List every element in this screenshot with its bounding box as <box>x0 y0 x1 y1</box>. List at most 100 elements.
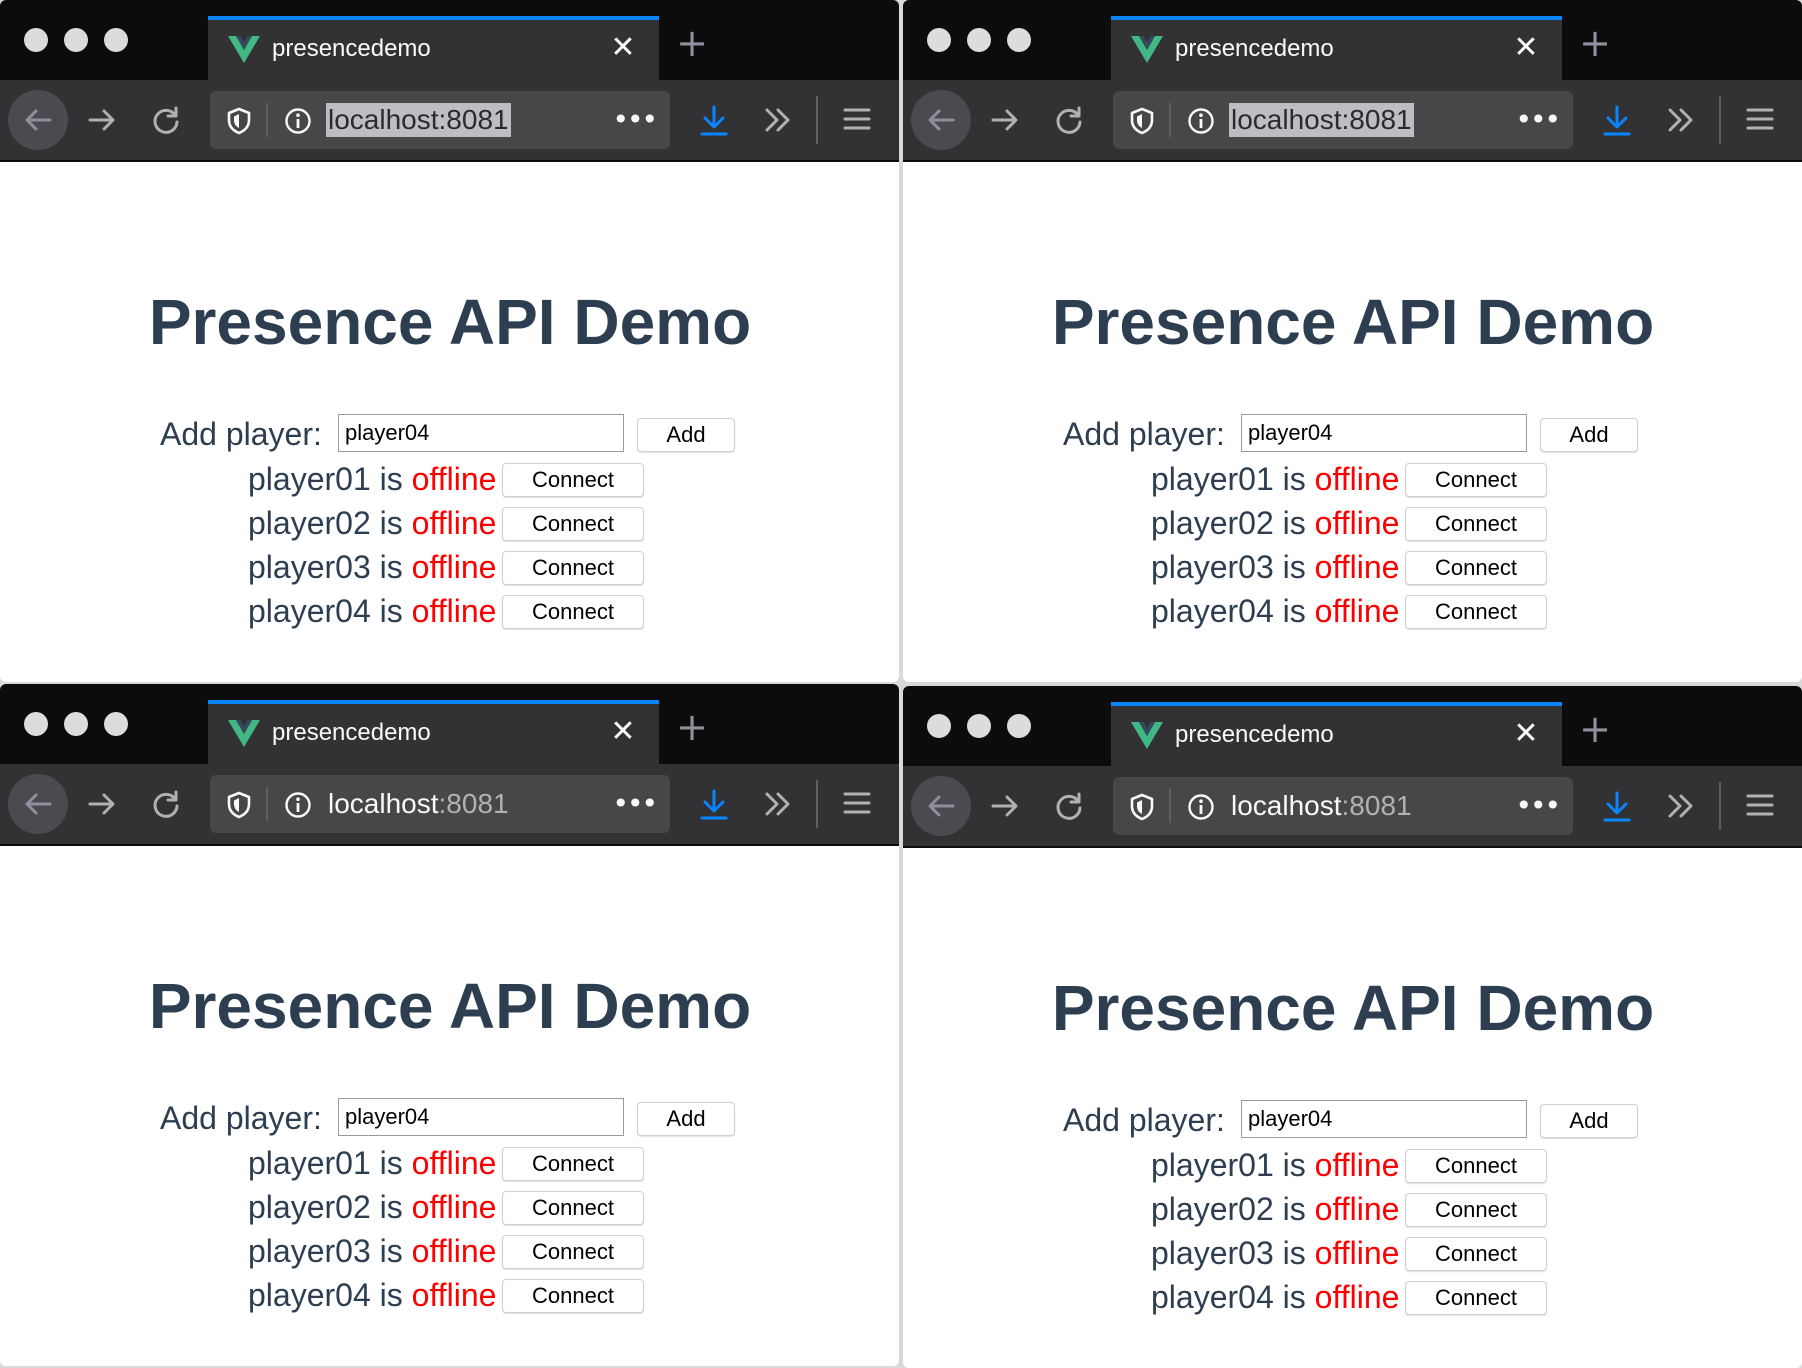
close-icon[interactable]: ✕ <box>1510 718 1542 750</box>
download-icon[interactable] <box>698 104 730 138</box>
url-text[interactable]: localhost:8081 <box>1229 103 1414 137</box>
reload-button[interactable] <box>136 774 196 834</box>
page-content: Presence API Demo Add player: Add player… <box>903 162 1802 682</box>
vue-logo-icon <box>228 720 260 747</box>
hamburger-menu-icon[interactable] <box>1745 790 1775 820</box>
url-bar[interactable]: localhost:8081 ••• <box>1113 91 1573 149</box>
minimize-window-button[interactable] <box>64 712 88 736</box>
url-bar[interactable]: localhost:8081 ••• <box>210 775 670 833</box>
url-text[interactable]: localhost:8081 <box>326 103 511 137</box>
navigation-toolbar: localhost:8081 ••• <box>0 764 899 846</box>
tab-strip: presencedemo ✕ + <box>903 0 1802 80</box>
close-window-button[interactable] <box>24 28 48 52</box>
plus-icon[interactable]: + <box>1579 710 1611 748</box>
active-tab-indicator <box>1111 702 1562 706</box>
url-text[interactable]: localhost:8081 <box>328 787 509 821</box>
url-bar[interactable]: localhost:8081 ••• <box>1113 777 1573 835</box>
close-window-button[interactable] <box>927 714 951 738</box>
hamburger-menu-icon[interactable] <box>1745 104 1775 134</box>
minimize-window-button[interactable] <box>967 714 991 738</box>
connect-button[interactable]: Connect <box>502 507 644 541</box>
minimize-window-button[interactable] <box>64 28 88 52</box>
chevron-double-right-icon[interactable] <box>1665 104 1697 136</box>
connect-button[interactable]: Connect <box>1405 507 1547 541</box>
close-icon[interactable]: ✕ <box>607 32 639 64</box>
connect-button[interactable]: Connect <box>1405 551 1547 585</box>
download-icon[interactable] <box>698 788 730 822</box>
player-name-input[interactable] <box>338 414 624 452</box>
download-icon[interactable] <box>1601 790 1633 824</box>
back-button[interactable] <box>8 774 68 834</box>
add-button[interactable]: Add <box>1540 1104 1638 1138</box>
connect-button[interactable]: Connect <box>502 595 644 629</box>
close-icon[interactable]: ✕ <box>1510 32 1542 64</box>
connect-button[interactable]: Connect <box>1405 1149 1547 1183</box>
add-button[interactable]: Add <box>1540 418 1638 452</box>
connect-button[interactable]: Connect <box>1405 463 1547 497</box>
close-icon[interactable]: ✕ <box>607 716 639 748</box>
tab-presencedemo[interactable]: presencedemo ✕ <box>1111 16 1562 80</box>
connect-button[interactable]: Connect <box>1405 1281 1547 1315</box>
reload-button[interactable] <box>1039 776 1099 836</box>
info-icon[interactable] <box>284 107 312 135</box>
player-name-input[interactable] <box>338 1098 624 1136</box>
info-icon[interactable] <box>284 791 312 819</box>
connect-button[interactable]: Connect <box>1405 595 1547 629</box>
player-name: player03 <box>248 549 371 585</box>
connect-button[interactable]: Connect <box>502 551 644 585</box>
more-icon[interactable]: ••• <box>1515 103 1561 137</box>
maximize-window-button[interactable] <box>1007 28 1031 52</box>
tab-presencedemo[interactable]: presencedemo ✕ <box>208 700 659 764</box>
maximize-window-button[interactable] <box>1007 714 1031 738</box>
info-icon[interactable] <box>1187 107 1215 135</box>
connect-button[interactable]: Connect <box>502 1235 644 1269</box>
back-button[interactable] <box>8 90 68 150</box>
forward-button[interactable] <box>72 90 132 150</box>
close-window-button[interactable] <box>24 712 48 736</box>
shield-icon[interactable] <box>1129 793 1155 821</box>
tab-presencedemo[interactable]: presencedemo ✕ <box>1111 702 1562 766</box>
reload-button[interactable] <box>136 90 196 150</box>
info-icon[interactable] <box>1187 793 1215 821</box>
connect-button[interactable]: Connect <box>502 1191 644 1225</box>
plus-icon[interactable]: + <box>676 708 708 746</box>
maximize-window-button[interactable] <box>104 28 128 52</box>
more-icon[interactable]: ••• <box>1515 789 1561 823</box>
chevron-double-right-icon[interactable] <box>762 104 794 136</box>
forward-button[interactable] <box>975 776 1035 836</box>
connect-button[interactable]: Connect <box>1405 1193 1547 1227</box>
chevron-double-right-icon[interactable] <box>762 788 794 820</box>
add-button[interactable]: Add <box>637 1102 735 1136</box>
url-bar[interactable]: localhost:8081 ••• <box>210 91 670 149</box>
hamburger-menu-icon[interactable] <box>842 104 872 134</box>
maximize-window-button[interactable] <box>104 712 128 736</box>
connect-button[interactable]: Connect <box>1405 1237 1547 1271</box>
shield-icon[interactable] <box>1129 107 1155 135</box>
url-host: localhost <box>1231 104 1342 135</box>
shield-icon[interactable] <box>226 791 252 819</box>
plus-icon[interactable]: + <box>676 24 708 62</box>
add-button[interactable]: Add <box>637 418 735 452</box>
url-text[interactable]: localhost:8081 <box>1231 789 1412 823</box>
reload-button[interactable] <box>1039 90 1099 150</box>
forward-button[interactable] <box>72 774 132 834</box>
back-button[interactable] <box>911 776 971 836</box>
forward-button[interactable] <box>975 90 1035 150</box>
plus-icon[interactable]: + <box>1579 24 1611 62</box>
chevron-double-right-icon[interactable] <box>1665 790 1697 822</box>
connect-button[interactable]: Connect <box>502 1279 644 1313</box>
tab-title: presencedemo <box>1175 721 1334 748</box>
player-name-input[interactable] <box>1241 1100 1527 1138</box>
close-window-button[interactable] <box>927 28 951 52</box>
more-icon[interactable]: ••• <box>612 787 658 821</box>
tab-presencedemo[interactable]: presencedemo ✕ <box>208 16 659 80</box>
player-name-input[interactable] <box>1241 414 1527 452</box>
download-icon[interactable] <box>1601 104 1633 138</box>
connect-button[interactable]: Connect <box>502 1147 644 1181</box>
connect-button[interactable]: Connect <box>502 463 644 497</box>
minimize-window-button[interactable] <box>967 28 991 52</box>
back-button[interactable] <box>911 90 971 150</box>
hamburger-menu-icon[interactable] <box>842 788 872 818</box>
more-icon[interactable]: ••• <box>612 103 658 137</box>
shield-icon[interactable] <box>226 107 252 135</box>
